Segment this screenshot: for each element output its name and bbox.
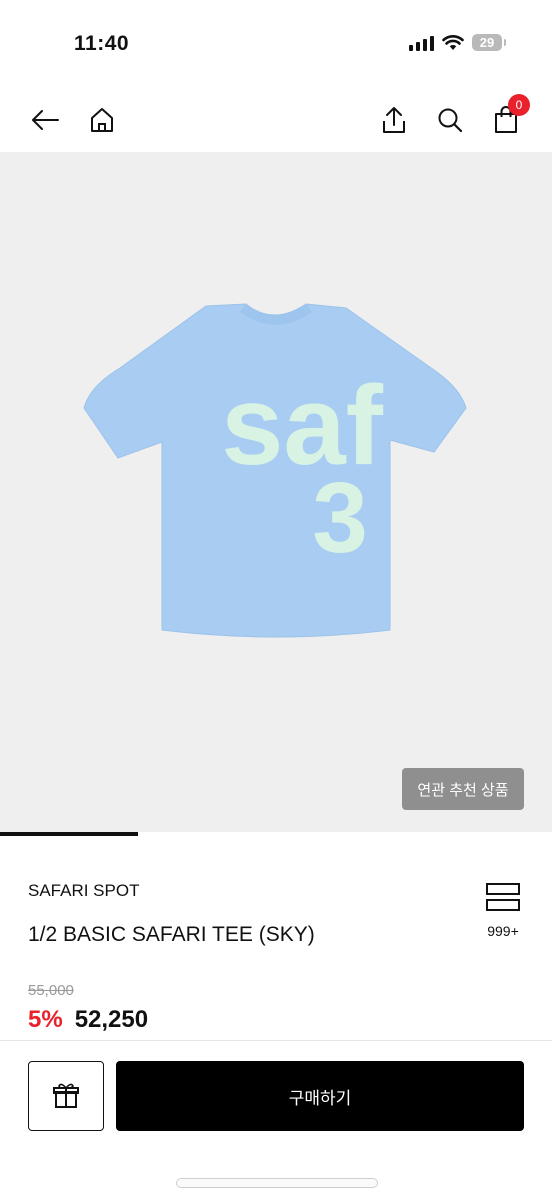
share-icon [383,107,405,133]
search-icon [438,108,463,133]
wifi-icon [442,34,464,50]
battery-level: 29 [479,35,495,50]
search-button[interactable] [432,102,468,138]
product-title: 1/2 BASIC SAFARI TEE (SKY) [28,923,315,946]
bottom-divider [0,1040,552,1041]
discount-rate: 5% [28,1006,63,1033]
share-button[interactable] [376,102,412,138]
cart-count-badge: 0 [508,94,530,116]
tee-print-number: 3 [312,462,368,574]
cart-button[interactable]: 0 [488,94,530,138]
top-nav: 0 [0,90,552,152]
status-bar: 11:40 29 [0,0,552,90]
original-price: 55,000 [28,982,74,999]
review-list-icon [486,883,520,911]
brand-name[interactable]: SAFARI SPOT [28,881,139,901]
cellular-signal-icon [409,35,434,51]
back-button[interactable] [27,102,63,138]
home-indicator [176,1178,378,1188]
gallery-progress-fill [0,832,138,836]
product-image-gallery[interactable]: saf 3 연관 추천 상품 [0,152,552,836]
gift-button[interactable] [28,1061,104,1131]
home-icon [91,108,113,132]
battery-icon: 29 [472,34,506,51]
product-image: saf 3 [83,303,467,638]
review-summary[interactable]: 999+ [478,882,528,939]
buy-button[interactable]: 구매하기 [116,1061,524,1131]
related-products-button[interactable]: 연관 추천 상품 [402,768,524,810]
arrow-left-icon [32,110,59,130]
gallery-progress-bar [0,832,552,836]
sale-price: 52,250 [74,1006,149,1033]
price-row: 5% 52,250 [28,1006,148,1034]
home-button[interactable] [84,102,120,138]
review-count: 999+ [487,923,519,939]
status-time: 11:40 [74,32,130,55]
status-icons: 29 [409,34,506,51]
gift-icon [53,1083,79,1108]
